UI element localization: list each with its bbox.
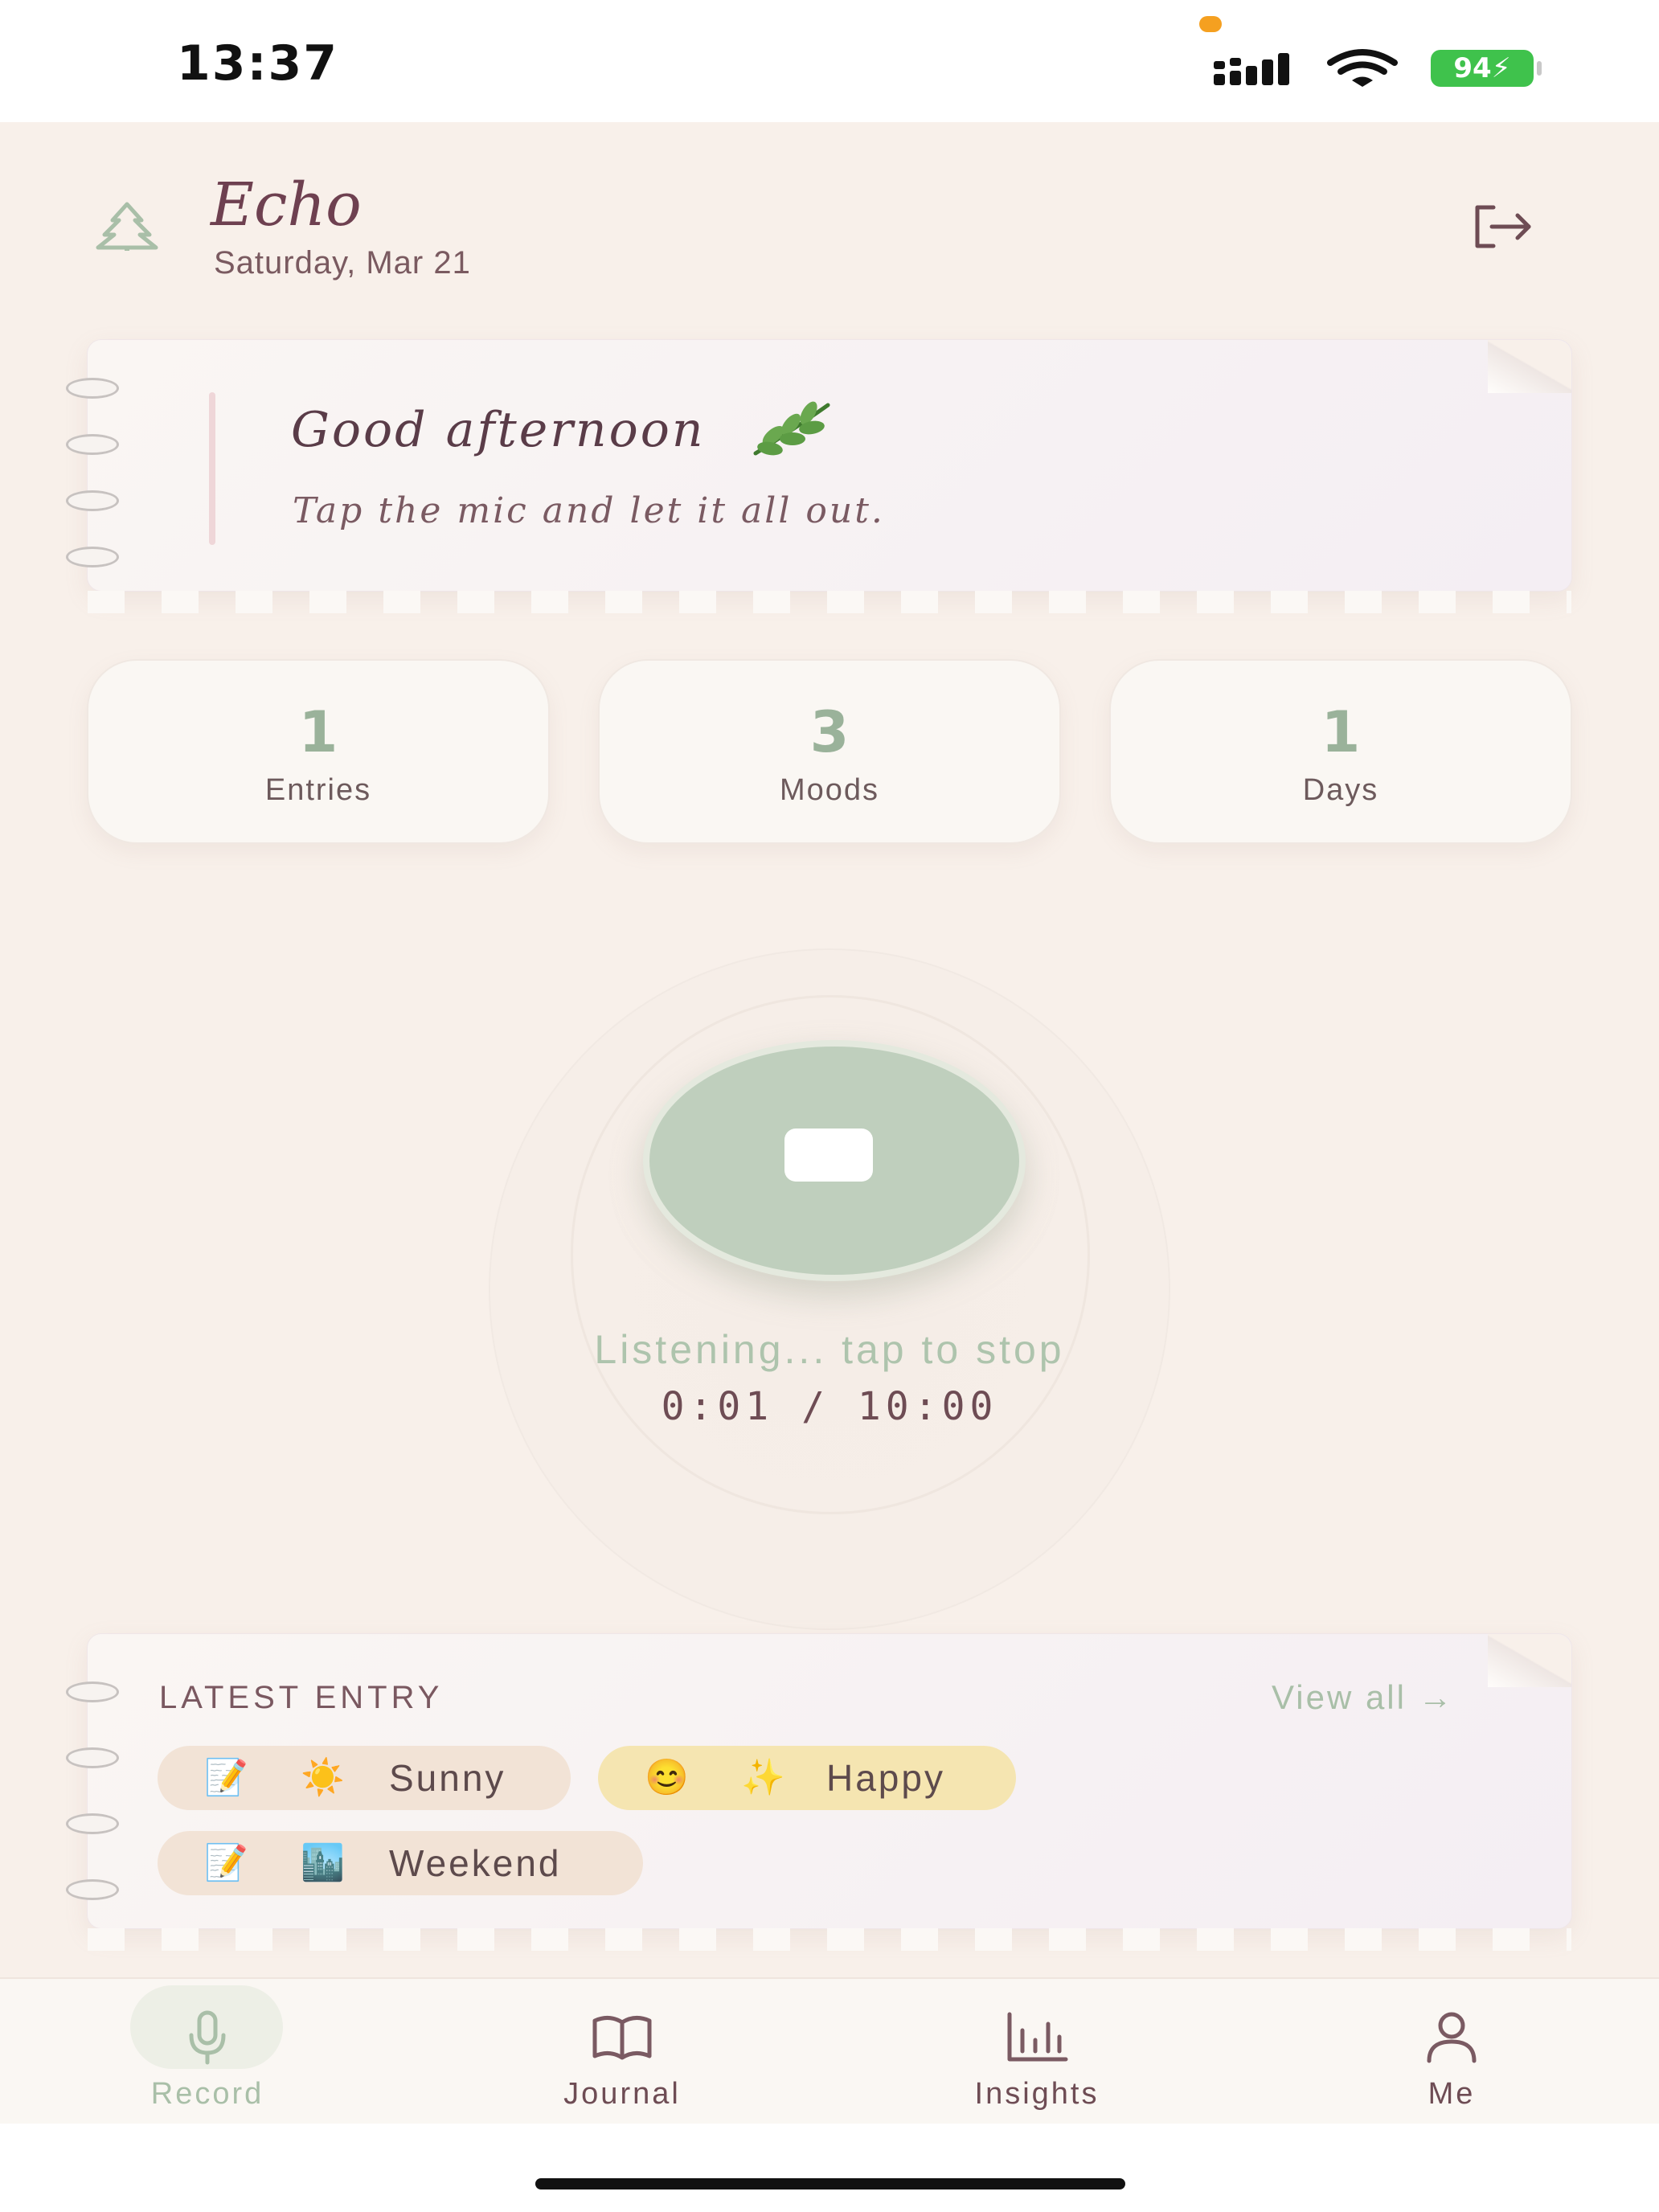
- tag-chip-happy[interactable]: 😊 ✨ Happy: [598, 1746, 1016, 1810]
- tag-chip-sunny[interactable]: 📝 ☀️ Sunny: [158, 1746, 571, 1810]
- sparkles-icon: ✨: [741, 1758, 788, 1797]
- herb-icon: [753, 401, 830, 456]
- tab-record[interactable]: Record: [103, 1977, 312, 2122]
- smile-icon: 😊: [645, 1758, 691, 1797]
- binder-ring: [66, 490, 119, 511]
- recording-timer: 0:01 / 10:00: [661, 1384, 998, 1429]
- privacy-indicator-dot: [1199, 16, 1222, 32]
- stat-entries[interactable]: 1 Entries: [87, 659, 550, 844]
- perforated-edge: [88, 1928, 1571, 1951]
- binder-ring: [66, 1747, 119, 1768]
- binder-ring: [66, 1682, 119, 1702]
- sun-icon: ☀️: [301, 1758, 347, 1797]
- margin-line: [209, 392, 215, 545]
- latest-entry-title: LATEST ENTRY: [159, 1680, 444, 1715]
- tag-label: Weekend: [389, 1842, 562, 1884]
- stat-value: 3: [809, 699, 850, 765]
- greeting-card: [87, 339, 1572, 613]
- signal-icon: [1214, 53, 1289, 85]
- binder-ring: [66, 378, 119, 399]
- stat-moods[interactable]: 3 Moods: [598, 659, 1061, 844]
- tree-icon: [96, 202, 158, 251]
- book-icon: [592, 2016, 652, 2060]
- tab-label: Me: [1428, 2077, 1476, 2111]
- tab-label: Record: [150, 2077, 264, 2111]
- header-date: Saturday, Mar 21: [214, 245, 471, 281]
- page-curl: [1488, 340, 1571, 393]
- app-title: Echo: [211, 170, 362, 240]
- mic-icon: [189, 2010, 226, 2065]
- perforated-edge: [88, 591, 1571, 613]
- tab-label: Insights: [974, 2077, 1100, 2111]
- stat-value: 1: [298, 699, 338, 765]
- binder-ring: [66, 434, 119, 455]
- logout-icon[interactable]: [1471, 203, 1535, 251]
- binder-ring: [66, 1813, 119, 1834]
- binder-ring: [66, 1879, 119, 1900]
- cityscape-icon: 🏙️: [301, 1843, 347, 1882]
- recording-status: Listening... tap to stop: [594, 1327, 1065, 1372]
- memo-icon: 📝: [204, 1843, 251, 1882]
- status-bar: 13:37 94⚡: [0, 0, 1659, 122]
- stat-label: Moods: [779, 773, 880, 807]
- tag-label: Sunny: [389, 1757, 506, 1799]
- stat-days[interactable]: 1 Days: [1109, 659, 1572, 844]
- page-curl: [1488, 1634, 1571, 1687]
- bar-chart-icon: [1007, 2012, 1068, 2062]
- tab-me[interactable]: Me: [1347, 1977, 1556, 2122]
- view-all-link[interactable]: View all →: [1272, 1678, 1455, 1717]
- binder-ring: [66, 547, 119, 567]
- status-time: 13:37: [177, 35, 338, 92]
- memo-icon: 📝: [204, 1758, 251, 1797]
- tab-label: Journal: [563, 2077, 681, 2111]
- greeting-text: Good afternoon: [291, 402, 706, 458]
- tab-journal[interactable]: Journal: [518, 1977, 727, 2122]
- stat-label: Entries: [264, 773, 372, 807]
- battery-charging-icon: 94⚡: [1431, 50, 1543, 87]
- greeting-subtitle: Tap the mic and let it all out.: [293, 490, 885, 531]
- tag-label: Happy: [826, 1757, 945, 1799]
- stat-label: Days: [1302, 773, 1379, 807]
- tag-chip-weekend[interactable]: 📝 🏙️ Weekend: [158, 1831, 643, 1895]
- home-indicator[interactable]: [535, 2178, 1125, 2189]
- stop-icon[interactable]: [784, 1129, 873, 1182]
- battery-level: 94: [1453, 52, 1492, 84]
- wifi-icon: [1327, 49, 1398, 87]
- tab-insights[interactable]: Insights: [932, 1977, 1141, 2122]
- stat-value: 1: [1321, 699, 1361, 765]
- user-icon: [1427, 2012, 1477, 2063]
